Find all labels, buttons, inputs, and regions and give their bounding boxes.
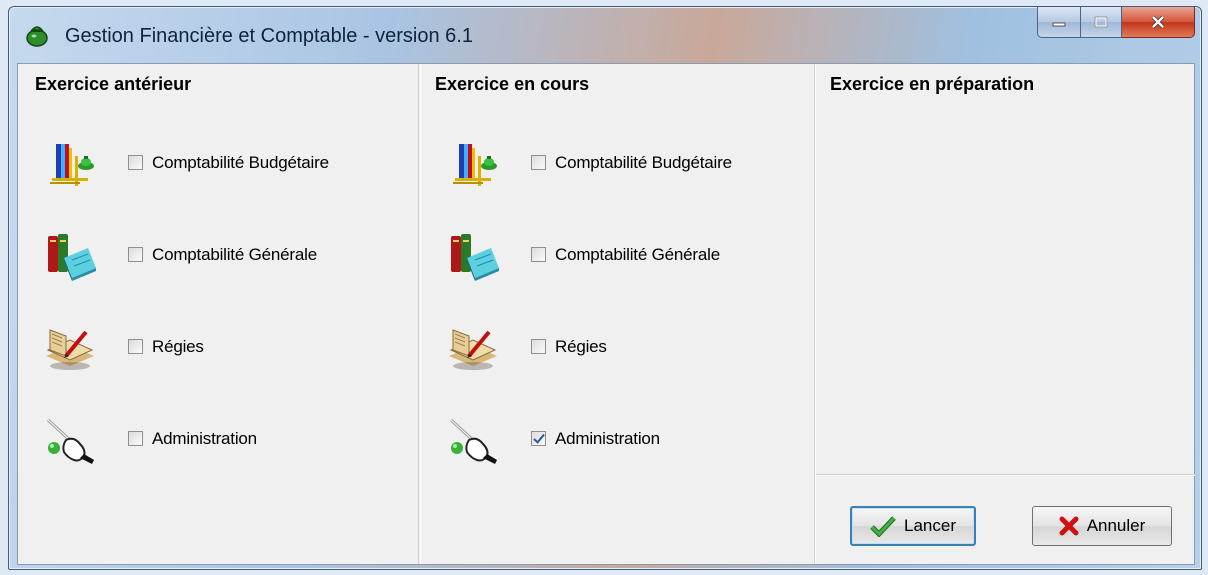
window-title: Gestion Financière et Comptable - versio… <box>65 25 473 47</box>
panel-exercice-en-cours: Exercice en cours Comptabilité Budgétair… <box>420 64 815 564</box>
ledger-books-icon <box>42 230 98 282</box>
launch-label: Lancer <box>904 516 956 535</box>
ledger-books-icon <box>445 230 501 282</box>
book-pen-icon <box>445 322 501 374</box>
checkbox[interactable] <box>531 155 546 170</box>
book-pen-icon <box>42 322 98 374</box>
money-bag-icon <box>26 26 48 47</box>
option-label: Administration <box>152 429 257 448</box>
divider <box>816 474 1195 476</box>
checkbox-checked[interactable] <box>531 431 546 446</box>
checkbox[interactable] <box>128 339 143 354</box>
main-window: Gestion Financière et Comptable - versio… <box>8 6 1202 570</box>
checkbox[interactable] <box>128 155 143 170</box>
admin-hand-wand-icon <box>445 414 501 466</box>
option-regies[interactable]: Régies <box>421 318 811 378</box>
close-icon <box>1151 15 1165 29</box>
cancel-button[interactable]: Annuler <box>1032 506 1172 546</box>
option-administration[interactable]: Administration <box>18 410 408 470</box>
caption-buttons <box>1037 7 1195 38</box>
option-administration[interactable]: Administration <box>421 410 811 470</box>
option-label: Régies <box>152 337 204 356</box>
checkbox[interactable] <box>128 431 143 446</box>
cancel-label: Annuler <box>1086 516 1146 535</box>
admin-hand-wand-icon <box>42 414 98 466</box>
preparation-area <box>816 64 1195 470</box>
option-label: Comptabilité Générale <box>152 245 317 264</box>
checkmark-icon <box>870 516 896 537</box>
option-label: Régies <box>555 337 607 356</box>
panel-title: Exercice en cours <box>435 74 590 94</box>
panel-exercice-en-preparation: Exercice en préparation Lancer Annuler <box>815 64 1195 564</box>
panel-exercice-anterieur: Exercice antérieur Comptabilité Budgétai… <box>18 64 419 564</box>
option-label: Comptabilité Budgétaire <box>152 153 329 172</box>
option-label: Comptabilité Budgétaire <box>555 153 732 172</box>
option-regies[interactable]: Régies <box>18 318 408 378</box>
red-x-icon <box>1059 516 1079 536</box>
option-comptabilite-budgetaire[interactable]: Comptabilité Budgétaire <box>18 134 408 194</box>
budget-scale-icon <box>42 138 98 190</box>
budget-scale-icon <box>445 138 501 190</box>
option-comptabilite-budgetaire[interactable]: Comptabilité Budgétaire <box>421 134 811 194</box>
checkbox[interactable] <box>531 339 546 354</box>
maximize-icon <box>1094 16 1108 28</box>
close-button[interactable] <box>1122 7 1195 38</box>
option-label: Administration <box>555 429 660 448</box>
launch-button[interactable]: Lancer <box>850 506 976 546</box>
option-comptabilite-generale[interactable]: Comptabilité Générale <box>421 226 811 286</box>
minimize-button[interactable] <box>1037 7 1081 38</box>
minimize-icon <box>1052 22 1066 27</box>
panel-title: Exercice en préparation <box>830 74 1035 94</box>
panel-title: Exercice antérieur <box>35 74 192 94</box>
title-bar[interactable]: Gestion Financière et Comptable - versio… <box>9 7 1201 63</box>
option-label: Comptabilité Générale <box>555 245 720 264</box>
checkbox[interactable] <box>128 247 143 262</box>
client-area: Exercice antérieur Comptabilité Budgétai… <box>17 63 1195 565</box>
checkbox[interactable] <box>531 247 546 262</box>
maximize-button[interactable] <box>1081 7 1122 38</box>
option-comptabilite-generale[interactable]: Comptabilité Générale <box>18 226 408 286</box>
